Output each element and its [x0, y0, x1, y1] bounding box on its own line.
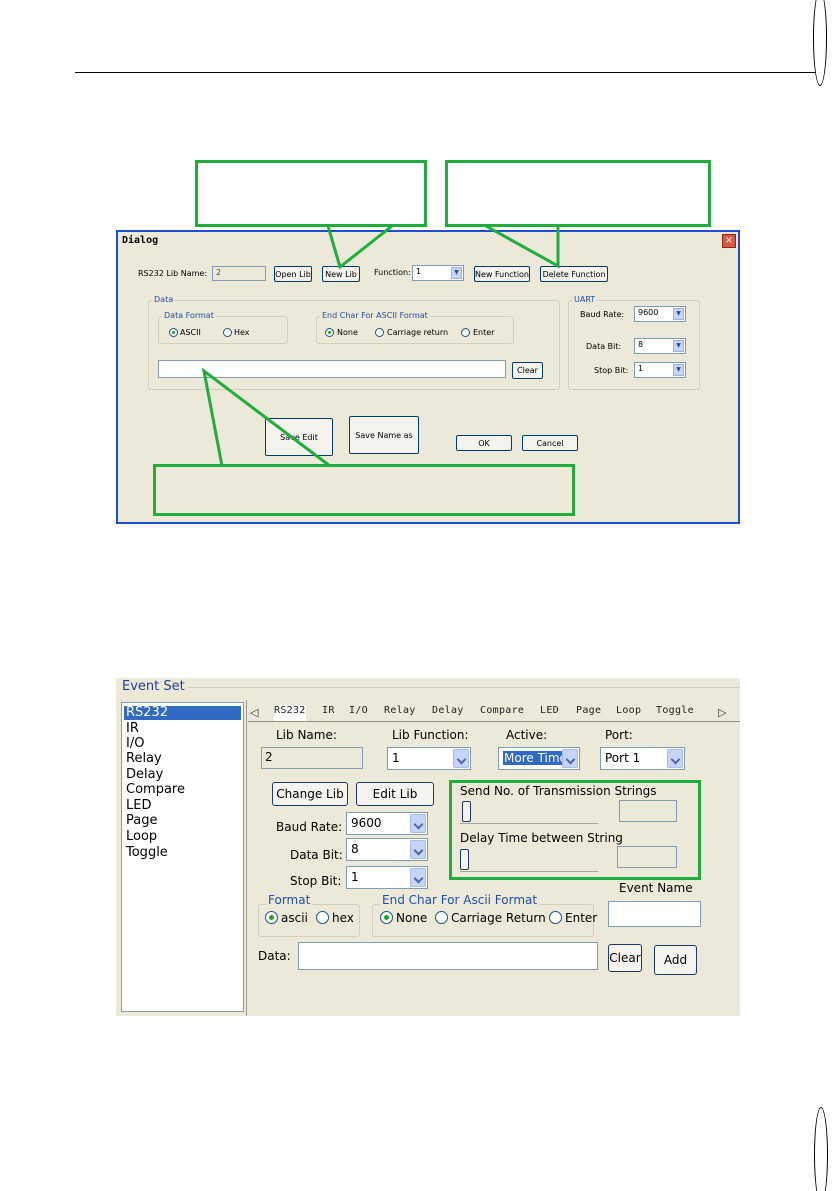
list-item[interactable]: Page	[126, 814, 157, 828]
list-item[interactable]: Toggle	[126, 846, 168, 860]
list-item[interactable]: Compare	[126, 783, 185, 797]
event-set-title: Event Set	[122, 679, 185, 694]
pointer-new-lib	[326, 224, 393, 270]
tab-strip-border	[248, 721, 740, 722]
end-enter-radio[interactable]	[549, 911, 562, 924]
data-input[interactable]	[298, 942, 598, 970]
pointer-delete-function	[485, 224, 560, 269]
event-name-label: Event Name	[619, 881, 693, 895]
lib-name-label: Lib Name:	[276, 728, 337, 742]
chevron-down-icon	[410, 840, 426, 859]
event-type-list[interactable]: RS232 IR I/O Relay Delay Compare LED Pag…	[121, 702, 244, 1012]
list-item[interactable]: Relay	[126, 752, 162, 766]
tab-compare[interactable]: Compare	[480, 705, 524, 722]
active-select[interactable]: More Time	[498, 747, 580, 770]
chevron-down-icon	[410, 868, 426, 887]
pointer-data-input	[201, 367, 331, 468]
port-select[interactable]: Port 1	[600, 747, 685, 770]
chevron-down-icon	[667, 749, 683, 768]
format-ascii-label: ascii	[281, 911, 308, 925]
tab-io[interactable]: I/O	[349, 705, 368, 722]
list-item[interactable]: I/O	[126, 737, 144, 751]
tab-loop[interactable]: Loop	[616, 705, 641, 722]
end-enter-label: Enter	[565, 911, 598, 925]
tab-toggle[interactable]: Toggle	[656, 705, 694, 722]
change-lib-button[interactable]: Change Lib	[272, 782, 348, 806]
end-cr-radio[interactable]	[435, 911, 448, 924]
stop-bit-value: 1	[351, 870, 359, 884]
list-item[interactable]: IR	[126, 722, 139, 736]
format-legend: Format	[266, 893, 313, 907]
baud-rate-select[interactable]: 9600	[346, 812, 428, 835]
tab-next-icon[interactable]: ▷	[718, 706, 726, 719]
lib-name-field[interactable]: 2	[261, 747, 363, 769]
add-button[interactable]: Add	[654, 945, 697, 975]
lib-function-label: Lib Function:	[392, 728, 469, 742]
chevron-down-icon	[453, 749, 469, 768]
tab-rs232[interactable]: RS232	[274, 705, 306, 722]
stop-bit-select[interactable]: 1	[346, 866, 428, 889]
tab-prev-icon[interactable]: ◁	[250, 706, 258, 719]
chevron-down-icon	[410, 814, 426, 833]
stop-bit-label: Stop Bit:	[290, 874, 342, 888]
data-bit-value: 8	[351, 842, 359, 856]
edit-lib-button[interactable]: Edit Lib	[356, 782, 434, 806]
port-value: Port 1	[605, 751, 641, 765]
format-hex-label: hex	[332, 911, 354, 925]
baud-rate-value: 9600	[351, 816, 382, 830]
end-cr-label: Carriage Return	[451, 911, 546, 925]
clear-button[interactable]: Clear	[608, 944, 642, 972]
chevron-down-icon	[562, 749, 578, 768]
lib-function-value: 1	[392, 751, 400, 765]
event-name-input[interactable]	[608, 901, 701, 927]
tab-page[interactable]: Page	[576, 705, 601, 722]
port-label: Port:	[605, 728, 633, 742]
active-label: Active:	[506, 728, 548, 742]
tab-delay[interactable]: Delay	[432, 705, 464, 722]
end-none-radio[interactable]	[380, 911, 393, 924]
data-label: Data:	[258, 949, 291, 963]
list-item[interactable]: Loop	[126, 830, 157, 844]
active-value: More Time	[503, 751, 568, 765]
tab-ir[interactable]: IR	[322, 705, 335, 722]
list-item[interactable]: RS232	[124, 706, 241, 720]
list-item[interactable]: Delay	[126, 768, 163, 782]
baud-rate-label: Baud Rate:	[276, 820, 343, 834]
format-ascii-radio[interactable]	[265, 911, 278, 924]
end-none-label: None	[396, 911, 428, 925]
tab-relay[interactable]: Relay	[384, 705, 416, 722]
format-hex-radio[interactable]	[316, 911, 329, 924]
tab-led[interactable]: LED	[540, 705, 559, 722]
event-set-frame-line	[188, 687, 740, 688]
list-item[interactable]: LED	[126, 799, 151, 813]
end-char-legend: End Char For Ascii Format	[380, 893, 540, 907]
callout-box-transmission	[449, 780, 701, 880]
data-bit-label: Data Bit:	[290, 848, 343, 862]
data-bit-select[interactable]: 8	[346, 838, 428, 861]
lib-function-select[interactable]: 1	[387, 747, 471, 770]
